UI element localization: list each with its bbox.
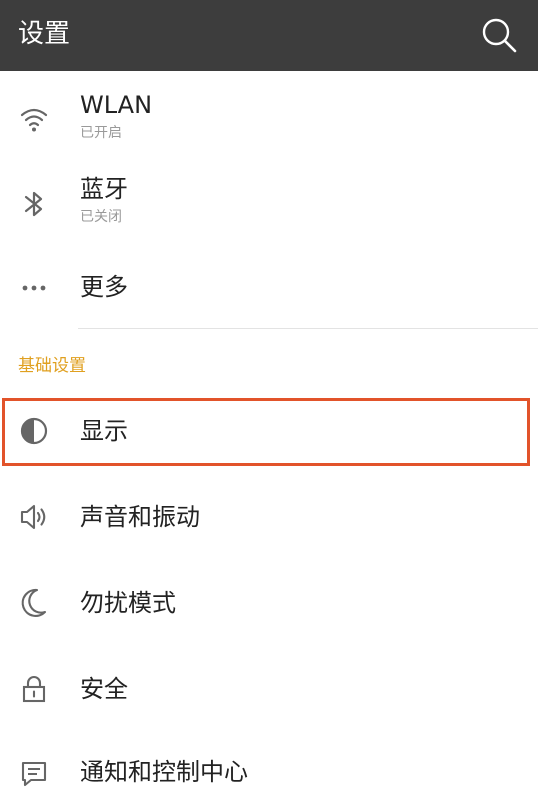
settings-item-subtitle: 已关闭 bbox=[80, 209, 122, 225]
settings-item-wlan[interactable]: WLAN 已开启 bbox=[0, 86, 538, 156]
wifi-icon bbox=[14, 100, 54, 140]
search-icon bbox=[482, 18, 517, 53]
settings-item-title: 通知和控制中心 bbox=[80, 758, 248, 786]
divider bbox=[78, 328, 538, 329]
section-header: 基础设置 bbox=[18, 356, 86, 376]
message-icon bbox=[14, 753, 54, 793]
settings-item-title: 显示 bbox=[80, 417, 128, 445]
settings-item-title: 更多 bbox=[80, 273, 128, 301]
settings-screen: 设置 WLAN 已开启 蓝牙 已关闭 更多 基础设置 显示 声音和振动 勿扰模式… bbox=[0, 0, 538, 800]
settings-item-display[interactable]: 显示 bbox=[0, 400, 538, 462]
search-button[interactable] bbox=[478, 14, 520, 56]
settings-item-bluetooth[interactable]: 蓝牙 已关闭 bbox=[0, 170, 538, 240]
settings-item-notifications[interactable]: 通知和控制中心 bbox=[0, 742, 538, 800]
settings-item-dnd[interactable]: 勿扰模式 bbox=[0, 572, 538, 634]
settings-item-title: WLAN bbox=[80, 91, 153, 119]
settings-item-security[interactable]: 安全 bbox=[0, 658, 538, 720]
app-bar: 设置 bbox=[0, 0, 538, 71]
settings-item-subtitle: 已开启 bbox=[80, 125, 122, 141]
speaker-icon bbox=[14, 497, 54, 537]
more-dots-icon bbox=[14, 268, 54, 308]
settings-item-more[interactable]: 更多 bbox=[0, 256, 538, 318]
moon-icon bbox=[14, 583, 54, 623]
display-contrast-icon bbox=[14, 411, 54, 451]
bluetooth-icon bbox=[14, 184, 54, 224]
settings-item-title: 安全 bbox=[80, 675, 128, 703]
settings-item-title: 声音和振动 bbox=[80, 503, 200, 531]
settings-item-title: 勿扰模式 bbox=[80, 589, 176, 617]
settings-item-sound[interactable]: 声音和振动 bbox=[0, 486, 538, 548]
lock-icon bbox=[14, 669, 54, 709]
page-title: 设置 bbox=[18, 19, 71, 49]
settings-item-title: 蓝牙 bbox=[80, 175, 128, 203]
